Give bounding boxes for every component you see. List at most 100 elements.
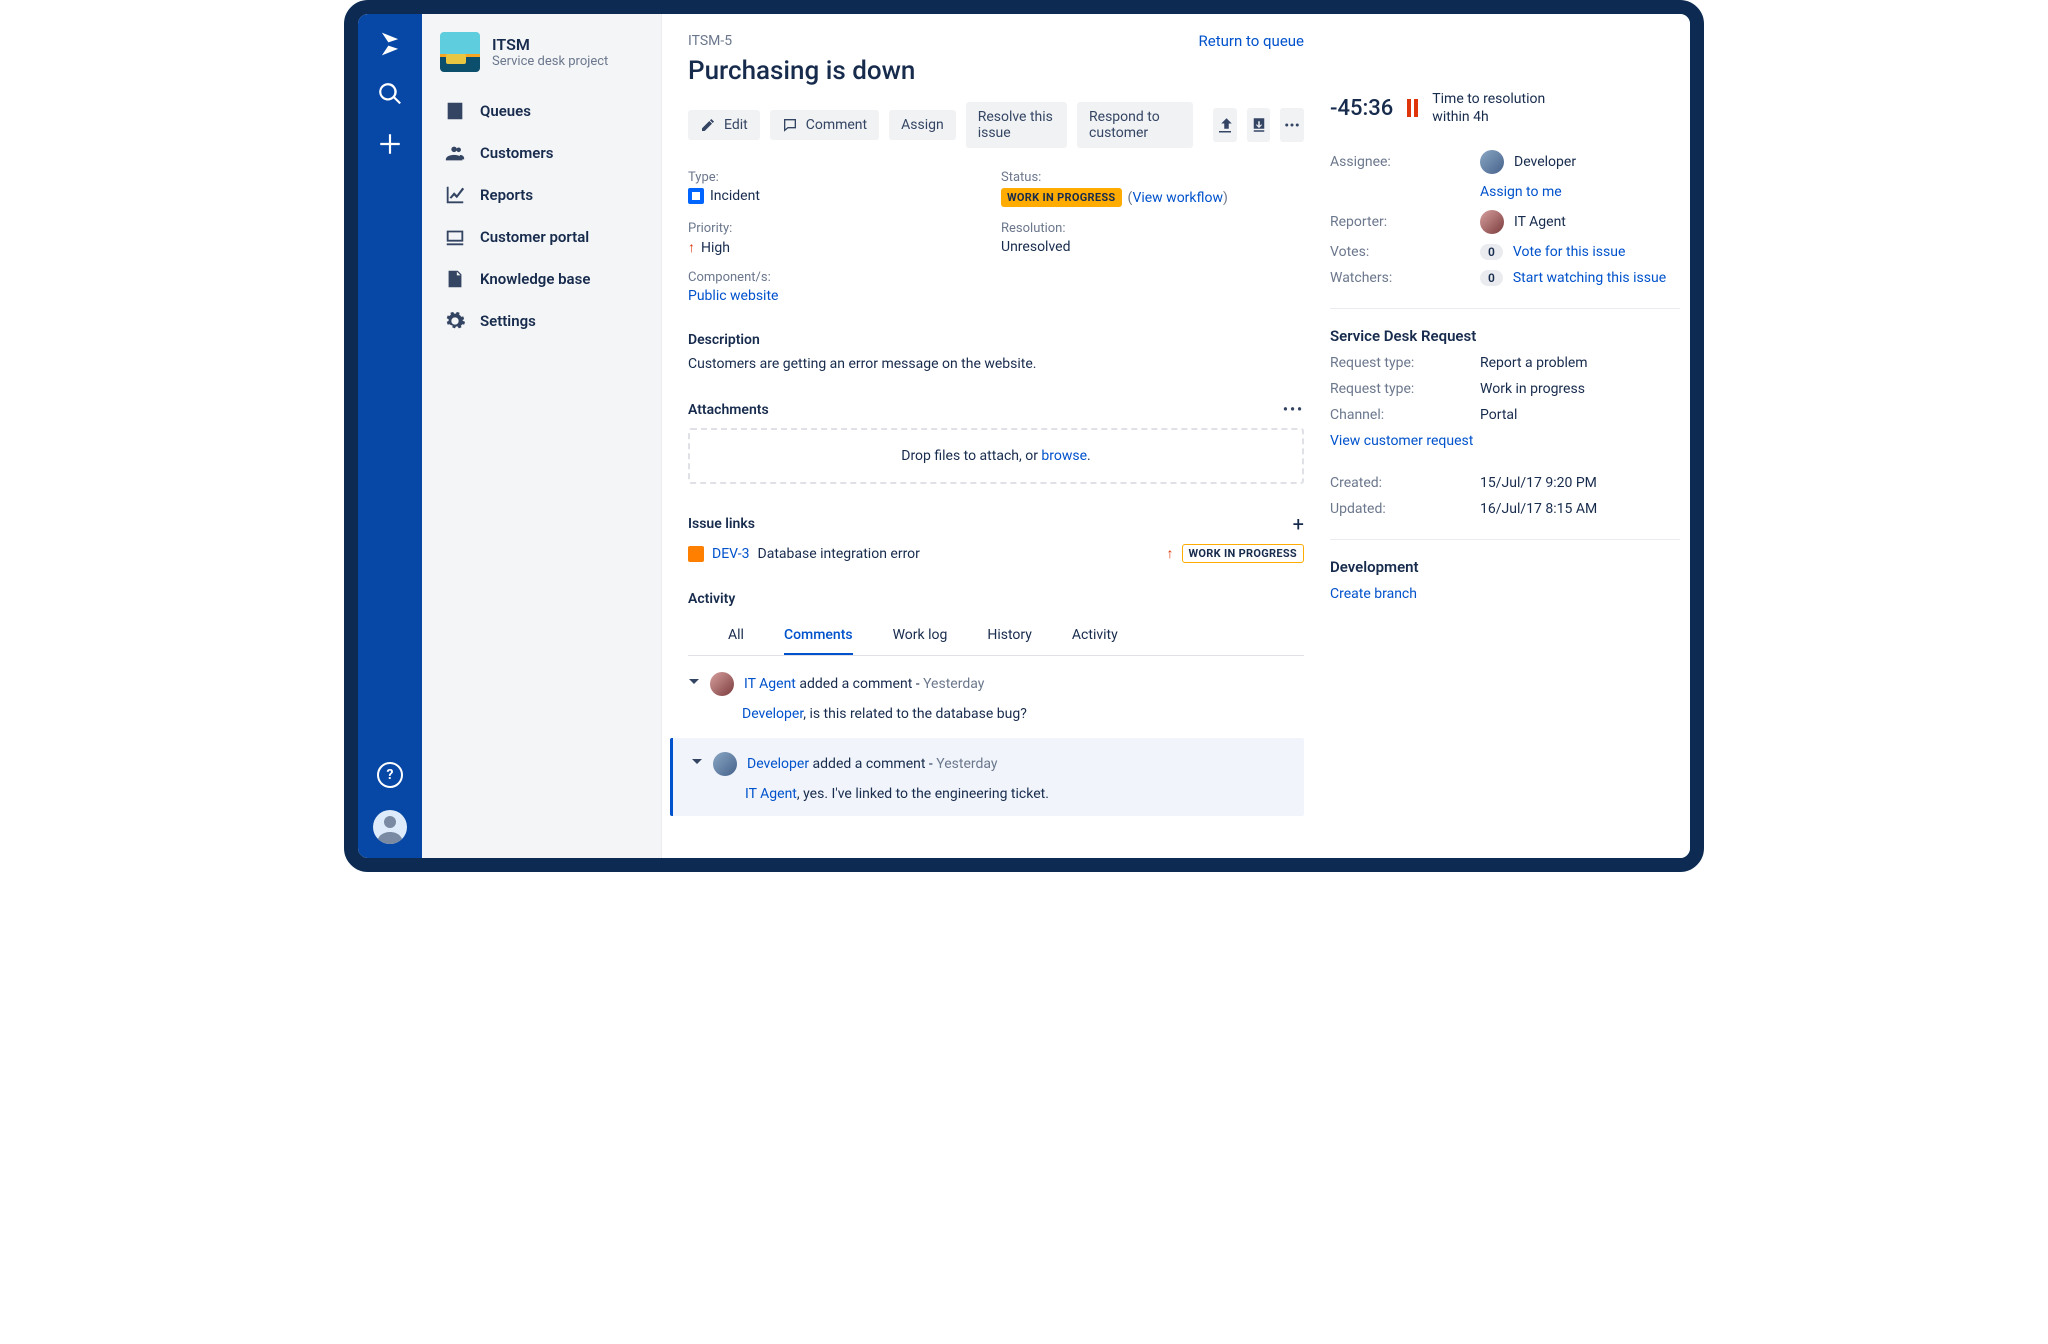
- resolve-button[interactable]: Resolve this issue: [966, 102, 1067, 148]
- issue-title: Purchasing is down: [688, 56, 1304, 86]
- add-link-icon[interactable]: +: [1293, 512, 1304, 536]
- browse-link[interactable]: browse: [1041, 448, 1087, 464]
- share-icon[interactable]: [1213, 108, 1237, 142]
- status-label: Status:: [1001, 170, 1304, 185]
- type-value: Incident: [710, 188, 760, 204]
- help-icon[interactable]: ?: [377, 762, 403, 788]
- watchers-label: Watchers:: [1330, 270, 1480, 286]
- linked-issue-summary: Database integration error: [758, 546, 920, 562]
- resolution-label: Resolution:: [1001, 221, 1304, 236]
- view-customer-request-link[interactable]: View customer request: [1330, 433, 1473, 449]
- comment-body: , is this related to the database bug?: [803, 706, 1027, 722]
- votes-label: Votes:: [1330, 244, 1480, 260]
- mention[interactable]: Developer: [742, 706, 803, 722]
- comment-time: Yesterday: [936, 756, 997, 772]
- issue-details-panel: -45:36 Time to resolution within 4h Assi…: [1330, 14, 1690, 858]
- sidebar-item-customers[interactable]: Customers: [434, 132, 649, 174]
- request-status-label: Request type:: [1330, 381, 1480, 397]
- tab-worklog[interactable]: Work log: [893, 617, 948, 655]
- sidebar-item-knowledge-base[interactable]: Knowledge base: [434, 258, 649, 300]
- profile-avatar[interactable]: [373, 810, 407, 844]
- assign-button[interactable]: Assign: [889, 110, 956, 140]
- comment-item: Developer added a comment - Yesterday IT…: [670, 738, 1304, 816]
- description-body: Customers are getting an error message o…: [688, 356, 1304, 372]
- components-value[interactable]: Public website: [688, 288, 778, 304]
- collapse-icon[interactable]: [688, 676, 700, 692]
- create-icon[interactable]: [376, 130, 404, 158]
- attachments-more-icon[interactable]: •••: [1283, 402, 1304, 418]
- watch-link[interactable]: Start watching this issue: [1513, 270, 1666, 286]
- description-heading: Description: [688, 332, 1304, 348]
- created-value: 15/Jul/17 9:20 PM: [1480, 475, 1597, 491]
- dropzone-text-suffix: .: [1087, 448, 1091, 464]
- incident-icon: [688, 188, 704, 204]
- create-branch-link[interactable]: Create branch: [1330, 586, 1417, 602]
- project-header[interactable]: ITSM Service desk project: [434, 32, 649, 72]
- export-icon[interactable]: [1247, 108, 1271, 142]
- comment-author[interactable]: Developer: [747, 756, 809, 772]
- more-actions-icon[interactable]: [1280, 108, 1304, 142]
- comment-button-label: Comment: [806, 117, 867, 133]
- assignee-avatar: [1480, 150, 1504, 174]
- sidebar-item-label: Knowledge base: [480, 270, 590, 288]
- sidebar-item-label: Reports: [480, 186, 533, 204]
- return-to-queue-link[interactable]: Return to queue: [1199, 32, 1304, 50]
- project-subtitle: Service desk project: [492, 54, 608, 69]
- vote-link[interactable]: Vote for this issue: [1513, 244, 1626, 260]
- tab-history[interactable]: History: [987, 617, 1032, 655]
- sidebar-item-label: Settings: [480, 312, 536, 330]
- attachments-dropzone[interactable]: Drop files to attach, or browse.: [688, 428, 1304, 484]
- components-label: Component/s:: [688, 270, 991, 285]
- updated-value: 16/Jul/17 8:15 AM: [1480, 501, 1597, 517]
- channel-label: Channel:: [1330, 407, 1480, 423]
- reporter-label: Reporter:: [1330, 214, 1480, 230]
- edit-button[interactable]: Edit: [688, 110, 760, 140]
- sla-goal: within 4h: [1432, 108, 1545, 126]
- comment-avatar: [710, 672, 734, 696]
- linked-issue-row[interactable]: DEV-3 Database integration error ↑ WORK …: [688, 544, 1304, 563]
- mention[interactable]: IT Agent: [745, 786, 797, 802]
- sidebar-item-reports[interactable]: Reports: [434, 174, 649, 216]
- comment-time: Yesterday: [923, 676, 984, 692]
- status-badge: WORK IN PROGRESS: [1001, 188, 1122, 207]
- sla-pause-icon: [1407, 99, 1418, 117]
- sla-label: Time to resolution: [1432, 90, 1545, 108]
- issue-links-heading: Issue links: [688, 516, 755, 532]
- collapse-icon[interactable]: [691, 756, 703, 772]
- tab-comments[interactable]: Comments: [784, 617, 853, 655]
- reporter-name: IT Agent: [1514, 214, 1566, 230]
- updated-label: Updated:: [1330, 501, 1480, 517]
- comment-body: , yes. I've linked to the engineering ti…: [797, 786, 1049, 802]
- tab-all[interactable]: All: [728, 617, 744, 655]
- sidebar-item-settings[interactable]: Settings: [434, 300, 649, 342]
- breadcrumb[interactable]: ITSM-5: [688, 33, 732, 49]
- assign-button-label: Assign: [901, 117, 944, 133]
- sidebar-item-queues[interactable]: Queues: [434, 90, 649, 132]
- project-name: ITSM: [492, 35, 608, 54]
- type-label: Type:: [688, 170, 991, 185]
- sidebar-item-label: Queues: [480, 102, 531, 120]
- activity-heading: Activity: [688, 591, 1304, 607]
- app-switcher-icon[interactable]: [376, 30, 404, 58]
- tab-activity[interactable]: Activity: [1072, 617, 1118, 655]
- comment-button[interactable]: Comment: [770, 110, 879, 140]
- respond-button[interactable]: Respond to customer: [1077, 102, 1193, 148]
- linked-priority-icon: ↑: [1167, 545, 1174, 562]
- view-workflow-link[interactable]: View workflow: [1132, 190, 1223, 206]
- attachments-heading: Attachments: [688, 402, 769, 418]
- search-icon[interactable]: [376, 80, 404, 108]
- sidebar-item-customer-portal[interactable]: Customer portal: [434, 216, 649, 258]
- priority-high-icon: ↑: [688, 239, 695, 256]
- development-heading: Development: [1330, 539, 1680, 576]
- request-type-value: Report a problem: [1480, 355, 1588, 371]
- linked-issue-key[interactable]: DEV-3: [712, 546, 750, 562]
- assign-to-me-link[interactable]: Assign to me: [1480, 184, 1562, 200]
- resolution-value: Unresolved: [1001, 239, 1304, 255]
- edit-button-label: Edit: [724, 117, 748, 133]
- project-sidebar: ITSM Service desk project Queues Custome…: [422, 14, 662, 858]
- comment-author[interactable]: IT Agent: [744, 676, 796, 692]
- project-avatar: [440, 32, 480, 72]
- dropzone-text-prefix: Drop files to attach, or: [901, 448, 1041, 464]
- comment-item: IT Agent added a comment - Yesterday Dev…: [688, 672, 1304, 722]
- sidebar-item-label: Customer portal: [480, 228, 589, 246]
